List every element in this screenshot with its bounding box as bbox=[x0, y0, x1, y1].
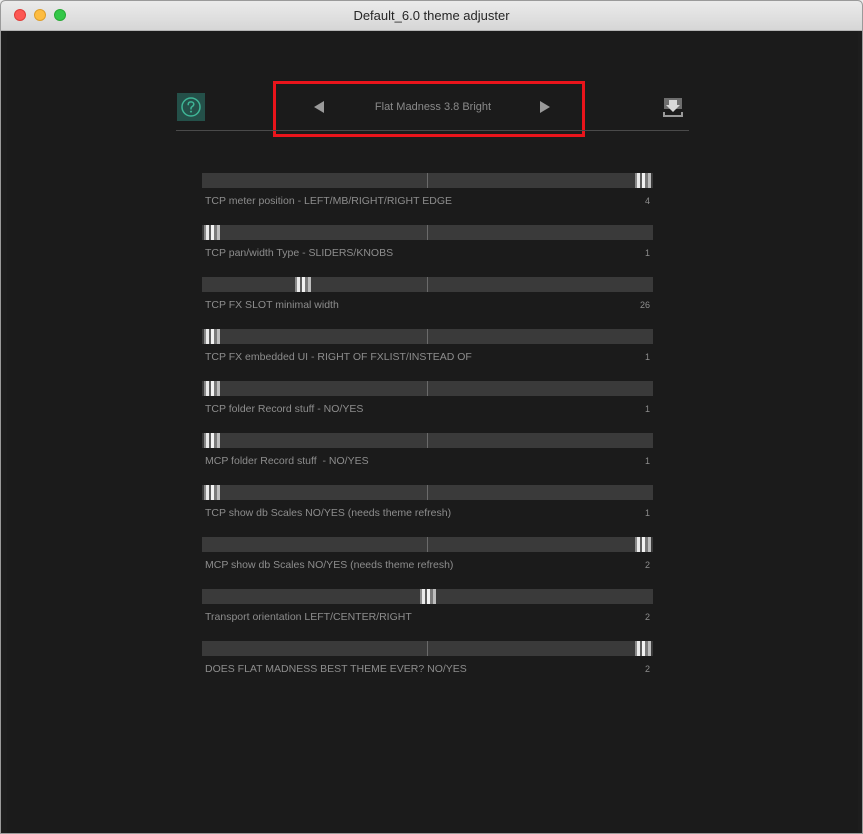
slider-handle[interactable] bbox=[204, 433, 220, 448]
slider-handle[interactable] bbox=[204, 329, 220, 344]
slider-label: MCP show db Scales NO/YES (needs theme r… bbox=[205, 559, 454, 571]
slider-center-tick bbox=[427, 173, 428, 188]
slider-track[interactable] bbox=[202, 485, 653, 500]
slider-label: TCP pan/width Type - SLIDERS/KNOBS bbox=[205, 247, 394, 259]
save-button[interactable] bbox=[660, 95, 686, 121]
slider-label: TCP folder Record stuff - NO/YES bbox=[205, 403, 364, 415]
slider-row: DOES FLAT MADNESS BEST THEME EVER? NO/YE… bbox=[202, 641, 653, 691]
slider-track[interactable] bbox=[202, 381, 653, 396]
slider-track[interactable] bbox=[202, 277, 653, 292]
slider-center-tick bbox=[427, 329, 428, 344]
help-button[interactable] bbox=[177, 93, 205, 121]
slider-value: 1 bbox=[644, 508, 650, 518]
slider-center-tick bbox=[427, 641, 428, 656]
slider-row: TCP show db Scales NO/YES (needs theme r… bbox=[202, 485, 653, 535]
slider-track[interactable] bbox=[202, 225, 653, 240]
slider-track[interactable] bbox=[202, 173, 653, 188]
slider-handle[interactable] bbox=[204, 381, 220, 396]
slider-label: TCP meter position - LEFT/MB/RIGHT/RIGHT… bbox=[205, 195, 452, 207]
slider-handle[interactable] bbox=[635, 537, 651, 552]
slider-track[interactable] bbox=[202, 537, 653, 552]
window-title: Default_6.0 theme adjuster bbox=[353, 8, 510, 23]
slider-label: MCP folder Record stuff - NO/YES bbox=[205, 455, 369, 467]
slider-track[interactable] bbox=[202, 329, 653, 344]
slider-handle[interactable] bbox=[295, 277, 311, 292]
slider-value: 4 bbox=[644, 196, 650, 206]
slider-row: TCP meter position - LEFT/MB/RIGHT/RIGHT… bbox=[202, 173, 653, 223]
slider-value: 1 bbox=[644, 404, 650, 414]
question-circle-icon bbox=[181, 97, 201, 117]
slider-center-tick bbox=[427, 225, 428, 240]
slider-center-tick bbox=[427, 485, 428, 500]
slider-handle[interactable] bbox=[204, 485, 220, 500]
slider-label: Transport orientation LEFT/CENTER/RIGHT bbox=[205, 611, 412, 623]
header-divider bbox=[176, 130, 689, 131]
slider-row: TCP FX SLOT minimal width 26 bbox=[202, 277, 653, 327]
slider-row: MCP folder Record stuff - NO/YES 1 bbox=[202, 433, 653, 483]
slider-center-tick bbox=[427, 277, 428, 292]
title-bar[interactable]: Default_6.0 theme adjuster bbox=[1, 1, 862, 31]
slider-value: 1 bbox=[644, 352, 650, 362]
adjuster-panel: Flat Madness 3.8 Bright TCP meter positi… bbox=[7, 31, 858, 833]
slider-handle[interactable] bbox=[635, 173, 651, 188]
slider-track[interactable] bbox=[202, 433, 653, 448]
slider-center-tick bbox=[427, 381, 428, 396]
download-icon bbox=[663, 98, 683, 117]
slider-track[interactable] bbox=[202, 589, 653, 604]
slider-row: TCP pan/width Type - SLIDERS/KNOBS 1 bbox=[202, 225, 653, 275]
slider-label: DOES FLAT MADNESS BEST THEME EVER? NO/YE… bbox=[205, 663, 467, 675]
slider-center-tick bbox=[427, 433, 428, 448]
slider-handle[interactable] bbox=[204, 225, 220, 240]
theme-selector-highlight bbox=[273, 81, 585, 137]
slider-value: 2 bbox=[644, 612, 650, 622]
slider-value: 1 bbox=[644, 456, 650, 466]
slider-row: TCP folder Record stuff - NO/YES 1 bbox=[202, 381, 653, 431]
slider-label: TCP FX SLOT minimal width bbox=[205, 299, 339, 311]
theme-adjuster-window: Default_6.0 theme adjuster Flat Madness … bbox=[0, 0, 863, 834]
slider-handle[interactable] bbox=[635, 641, 651, 656]
slider-handle[interactable] bbox=[420, 589, 436, 604]
slider-value: 1 bbox=[644, 248, 650, 258]
slider-row: TCP FX embedded UI - RIGHT OF FXLIST/INS… bbox=[202, 329, 653, 379]
slider-value: 2 bbox=[644, 664, 650, 674]
slider-track[interactable] bbox=[202, 641, 653, 656]
slider-value: 26 bbox=[639, 300, 650, 310]
slider-label: TCP show db Scales NO/YES (needs theme r… bbox=[205, 507, 452, 519]
slider-label: TCP FX embedded UI - RIGHT OF FXLIST/INS… bbox=[205, 351, 472, 363]
slider-row: MCP show db Scales NO/YES (needs theme r… bbox=[202, 537, 653, 587]
slider-row: Transport orientation LEFT/CENTER/RIGHT 2 bbox=[202, 589, 653, 639]
slider-center-tick bbox=[427, 537, 428, 552]
slider-value: 2 bbox=[644, 560, 650, 570]
